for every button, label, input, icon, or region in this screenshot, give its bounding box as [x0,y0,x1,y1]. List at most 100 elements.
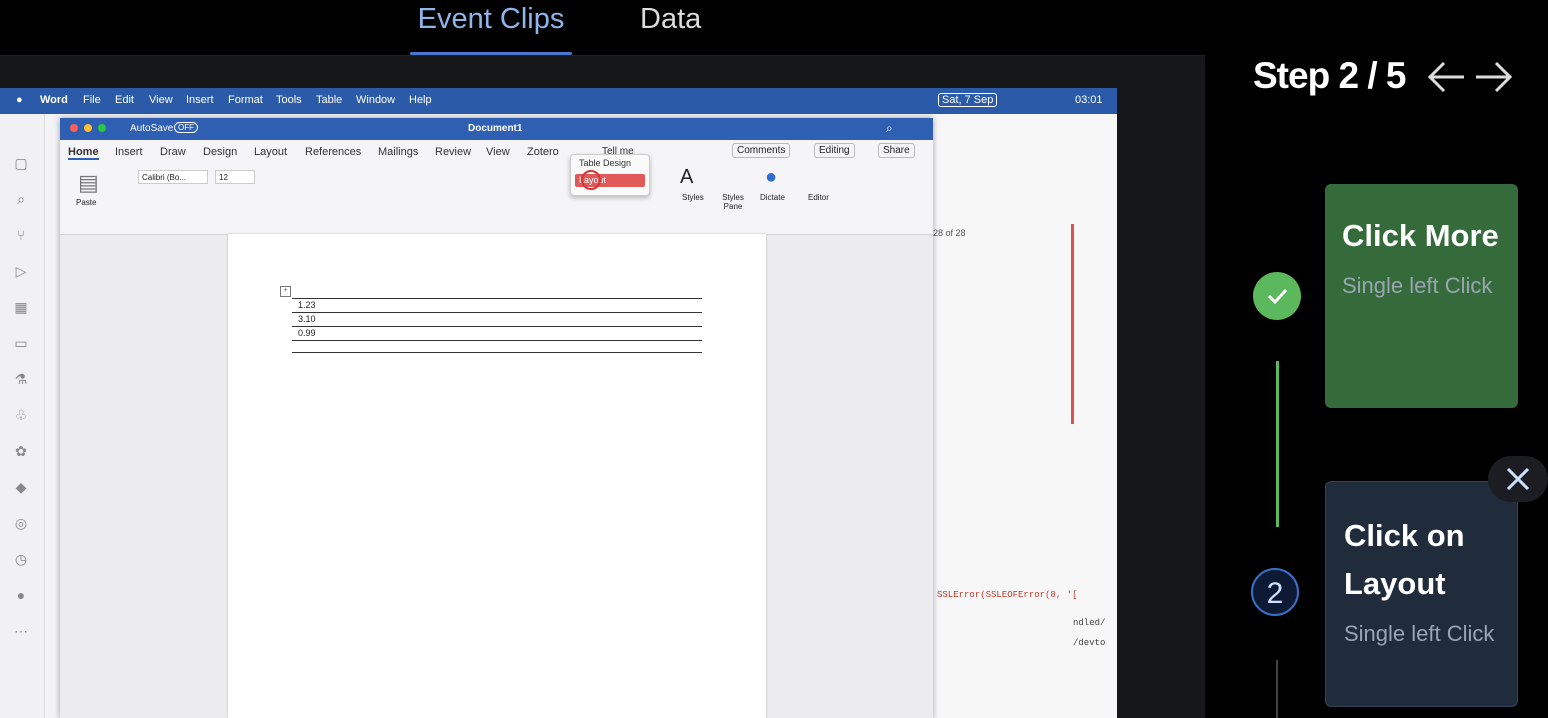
menubar-time: 03:01 [1075,94,1103,106]
ribbon-tab-design[interactable]: Design [203,146,237,158]
tab-event-clips-label: Event Clips [417,3,565,35]
menubar-item: Tools [276,94,302,106]
table-move-handle-icon[interactable]: + [280,286,291,297]
step-card-subtitle: Single left Click [1342,273,1493,298]
code-line: /devto [1073,638,1106,648]
search-icon: ⌕ [17,191,25,207]
tab-overflow-menu: Table Design Layout [570,154,650,196]
apple-icon: ● [16,94,23,106]
ide-activity-bar: ▢ ⌕ ⑂ ▷ ▦ ▭ ⚗ ♧ ✿ ◆ ◎ ◷ ● ⋯ [0,114,45,718]
menubar-item: Help [409,94,432,106]
ribbon-tab-home[interactable]: Home [68,146,99,160]
paste-label[interactable]: Paste [76,198,96,207]
table-row[interactable]: 3.10 [292,312,702,325]
ribbon-tab-view[interactable]: View [486,146,510,158]
autosave-toggle[interactable]: OFF [174,122,198,133]
autosave-label: AutoSave [130,123,174,134]
tree-icon: ♧ [14,407,28,423]
word-ribbon: Home Insert Draw Design Layout Reference… [60,140,933,235]
step-card-title: Click More [1342,218,1499,253]
step-card-subtitle: Single left Click [1344,621,1495,646]
step-card-1[interactable]: Click More Single left Click [1325,184,1518,408]
clipboard-icon: ▤ [78,170,99,195]
styles-pane-label[interactable]: Styles Pane [716,193,750,211]
menubar-item: Edit [115,94,134,106]
font-select[interactable]: Calibri (Bo... [138,170,208,184]
event-screenshot[interactable]: ● Word File Edit View Insert Format Tool… [0,88,1117,718]
step-number-badge: 2 [1251,568,1299,616]
flask-icon: ⚗ [14,371,28,387]
docker-icon: ◆ [15,479,27,495]
microphone-icon: ● [765,166,778,188]
table-cell: 3.10 [298,314,316,324]
menubar-item: View [149,94,173,106]
document-title: Document1 [468,123,523,134]
close-window-icon[interactable] [70,124,78,132]
font-size-select[interactable]: 12 [215,170,255,184]
editing-button[interactable]: Editing [814,143,855,158]
menubar-item: Window [356,94,396,106]
click-marker-icon [581,170,601,190]
menu-item-table-design[interactable]: Table Design [579,158,631,168]
ribbon-tab-review[interactable]: Review [435,146,471,158]
tab-data[interactable]: Data [640,0,701,55]
error-text: SSLError(SSLEOFError(8, '[ [937,590,1078,600]
styles-icon: A [680,166,694,188]
ribbon-tab-layout[interactable]: Layout [254,146,287,158]
arrow-right-icon[interactable] [1472,55,1516,109]
step-counter: Step 2 / 5 [1253,55,1406,96]
share-button[interactable]: Share [878,143,915,158]
menubar-app: Word [40,94,68,106]
menubar-item: Insert [186,94,214,106]
word-titlebar: AutoSave OFF Document1 ⌕ [60,118,933,140]
minimize-window-icon[interactable] [84,124,92,132]
ribbon-tab-mailings[interactable]: Mailings [378,146,418,158]
menubar-item: Table [316,94,343,106]
run-icon: ▷ [15,263,27,279]
menubar-date: Sat, 7 Sep [938,93,998,107]
arrow-left-icon[interactable] [1424,55,1468,109]
diff-marker [1071,224,1074,424]
ribbon-tab-references[interactable]: References [305,146,361,158]
maximize-window-icon[interactable] [98,124,106,132]
json-icon: ● [16,587,26,603]
document-page[interactable]: + 1.23 3.10 0.99 [228,234,766,718]
tab-data-label: Data [640,3,702,35]
styles-label[interactable]: Styles [682,193,704,202]
check-icon [1267,288,1288,305]
remote-icon: ▭ [14,335,28,351]
mac-menubar: ● Word File Edit View Insert Format Tool… [0,88,1117,114]
comments-button[interactable]: Comments [732,143,791,158]
extensions-icon: ▦ [14,299,28,315]
ribbon-tab-insert[interactable]: Insert [115,146,143,158]
timeline-connector-done [1276,361,1279,527]
step-card-2[interactable]: Click on Layout Single left Click [1325,481,1518,707]
editor-label[interactable]: Editor [808,193,829,202]
files-icon: ▢ [14,155,28,171]
dictate-label[interactable]: Dictate [760,193,785,202]
table-row[interactable]: 1.23 [292,298,702,311]
menubar-item: File [83,94,101,106]
step-card-title: Click on Layout [1344,518,1465,601]
step-done-check [1253,272,1301,320]
ribbon-tab-draw[interactable]: Draw [160,146,186,158]
table-row[interactable] [292,340,702,353]
word-window[interactable]: AutoSave OFF Document1 ⌕ Home Insert Dra… [60,118,933,718]
source-control-icon: ⑂ [16,227,26,243]
table-row[interactable]: 0.99 [292,326,702,339]
search-icon[interactable]: ⌕ [886,121,893,136]
more-icon: ⋯ [14,623,28,639]
tab-bar [0,0,1205,56]
table-cell: 1.23 [298,300,316,310]
tab-event-clips[interactable]: Event Clips [410,0,572,55]
table-cell: 0.99 [298,328,316,338]
code-line: ndled/ [1073,618,1106,628]
active-tab-indicator [410,52,572,55]
paw-icon: ✿ [15,443,27,459]
ide-editor-panel: 28 of 28 SSLError(SSLEOFError(8, '[ ndle… [933,114,1117,718]
menubar-item: Format [228,94,263,106]
timeline-connector [1276,660,1278,718]
ribbon-tab-zotero[interactable]: Zotero [527,146,559,158]
git-graph-icon: ◎ [14,515,28,531]
close-button[interactable] [1488,456,1548,502]
